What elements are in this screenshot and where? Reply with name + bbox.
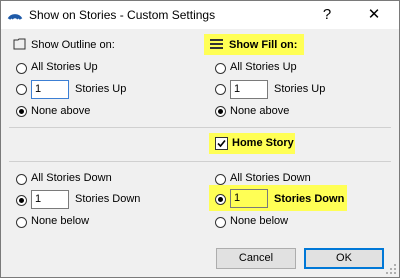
outline-stories-up-label: Stories Up [75, 83, 127, 95]
fill-stories-down-radio[interactable] [215, 194, 226, 205]
outline-all-stories-up-label: All Stories Up [31, 61, 98, 73]
fill-icon [210, 39, 223, 49]
outline-none-above-label: None above [31, 105, 91, 117]
outline-stories-down-label: Stories Down [75, 193, 141, 205]
close-button[interactable]: ✕ [357, 4, 391, 26]
fill-stories-up-radio[interactable] [215, 84, 226, 95]
outline-all-stories-up-radio[interactable] [16, 63, 27, 74]
cancel-button[interactable]: Cancel [216, 248, 296, 269]
fill-stories-up-input[interactable]: 1 [230, 80, 268, 99]
outline-none-above-radio[interactable] [16, 106, 27, 117]
help-button[interactable]: ? [315, 4, 339, 26]
title-bar: Show on Stories - Custom Settings ? ✕ [1, 1, 399, 29]
window-title: Show on Stories - Custom Settings [29, 8, 216, 22]
home-story-label: Home Story [232, 137, 294, 149]
fill-stories-up-label: Stories Up [274, 83, 326, 95]
checkmark-icon [217, 139, 226, 148]
fill-stories-down-input[interactable]: 1 [230, 189, 268, 208]
outline-none-below-label: None below [31, 215, 90, 227]
outline-all-stories-down-label: All Stories Down [31, 172, 112, 184]
custom-settings-dialog: Show on Stories - Custom Settings ? ✕ Sh… [0, 0, 400, 278]
archicad-app-icon [7, 14, 23, 20]
outline-stories-up-radio[interactable] [16, 84, 27, 95]
outline-stories-down-radio[interactable] [16, 195, 27, 206]
outline-all-stories-down-radio[interactable] [16, 174, 27, 185]
show-outline-heading: Show Outline on: [31, 39, 115, 51]
fill-all-stories-up-label: All Stories Up [230, 61, 297, 73]
upper-separator [9, 127, 391, 128]
outline-stories-up-input[interactable]: 1 [31, 80, 69, 99]
outline-icon [13, 38, 26, 50]
ok-button[interactable]: OK [304, 248, 384, 269]
fill-all-stories-up-radio[interactable] [215, 63, 226, 74]
show-fill-heading: Show Fill on: [229, 39, 298, 51]
fill-stories-down-label: Stories Down [274, 193, 345, 205]
fill-none-below-label: None below [230, 215, 289, 227]
fill-none-below-radio[interactable] [215, 217, 226, 228]
fill-none-above-radio[interactable] [215, 106, 226, 117]
fill-none-above-label: None above [230, 105, 290, 117]
outline-stories-down-input[interactable]: 1 [31, 190, 69, 209]
resize-grip-icon[interactable] [385, 263, 397, 275]
outline-none-below-radio[interactable] [16, 217, 27, 228]
lower-separator [9, 161, 391, 162]
home-story-checkbox[interactable] [215, 137, 228, 150]
fill-all-stories-down-label: All Stories Down [230, 172, 311, 184]
fill-all-stories-down-radio[interactable] [215, 174, 226, 185]
